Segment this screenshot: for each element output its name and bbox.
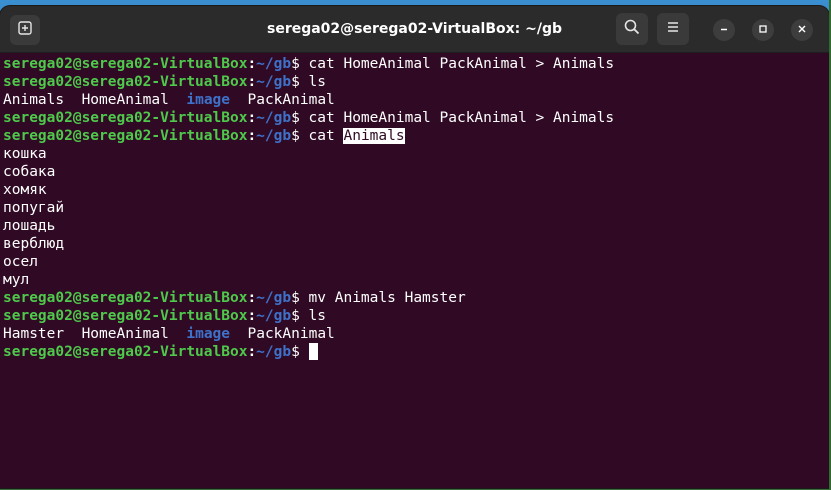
terminal-output[interactable]: serega02@serega02-VirtualBox:~/gb$ cat H… [3, 55, 829, 485]
ls-file: Hamster [3, 326, 65, 342]
prompt-user-host: serega02@serega02-VirtualBox [3, 56, 248, 72]
ls-file: Animals [3, 92, 65, 108]
prompt-path: ~/gb [256, 110, 292, 126]
prompt-user-host: serega02@serega02-VirtualBox [3, 74, 248, 90]
command-text: cat [299, 128, 344, 144]
ls-directory: image [186, 92, 231, 108]
terminal-line: Animals HomeAnimal image PackAnimal [3, 91, 829, 109]
command-text: mv Animals Hamster [299, 290, 466, 306]
prompt-dollar: $ [291, 308, 300, 324]
prompt-colon: : [247, 290, 257, 306]
menu-button[interactable] [657, 13, 689, 45]
close-button[interactable] [791, 19, 813, 41]
command-text: cat HomeAnimal PackAnimal > Animals [299, 110, 615, 126]
output-text: мул [3, 272, 30, 288]
output-text: хомяк [3, 182, 47, 198]
search-button[interactable] [616, 13, 648, 45]
terminal-line: верблюд [3, 235, 829, 253]
prompt-dollar: $ [291, 56, 300, 72]
prompt-path: ~/gb [256, 290, 292, 306]
prompt-user-host: serega02@serega02-VirtualBox [3, 308, 248, 324]
ls-file: PackAnimal [247, 92, 335, 108]
command-text: cat HomeAnimal PackAnimal > Animals [299, 56, 615, 72]
text-cursor [308, 343, 318, 360]
command-text: ls [299, 74, 327, 90]
ls-file: HomeAnimal [81, 326, 169, 342]
terminal-line: serega02@serega02-VirtualBox:~/gb$ [3, 343, 829, 361]
prompt-dollar: $ [291, 344, 300, 360]
ls-directory: image [186, 326, 231, 342]
prompt-path: ~/gb [256, 128, 292, 144]
terminal-line: попугай [3, 199, 829, 217]
prompt-dollar: $ [291, 74, 300, 90]
terminal-line: лошадь [3, 217, 829, 235]
output-text: собака [3, 164, 56, 180]
terminal-line: собака [3, 163, 829, 181]
prompt-path: ~/gb [256, 308, 292, 324]
output-text: кошка [3, 146, 47, 162]
ls-file: HomeAnimal [81, 92, 169, 108]
ls-file: PackAnimal [247, 326, 335, 342]
output-text: лошадь [3, 218, 56, 234]
output-text: осел [3, 254, 38, 270]
maximize-icon [758, 21, 768, 39]
terminal-window: serega02@serega02-VirtualBox: ~/gb sereg… [0, 6, 829, 488]
close-icon [797, 21, 807, 39]
prompt-user-host: serega02@serega02-VirtualBox [3, 110, 248, 126]
selected-text: Animals [343, 128, 405, 144]
prompt-user-host: serega02@serega02-VirtualBox [3, 290, 248, 306]
terminal-line: serega02@serega02-VirtualBox:~/gb$ cat A… [3, 127, 829, 145]
terminal-line: мул [3, 271, 829, 289]
prompt-path: ~/gb [256, 56, 292, 72]
terminal-line: serega02@serega02-VirtualBox:~/gb$ cat H… [3, 109, 829, 127]
prompt-user-host: serega02@serega02-VirtualBox [3, 128, 248, 144]
prompt-colon: : [247, 110, 257, 126]
terminal-line: serega02@serega02-VirtualBox:~/gb$ cat H… [3, 55, 829, 73]
hamburger-menu-icon [666, 20, 680, 38]
maximize-button[interactable] [752, 19, 774, 41]
title-bar[interactable]: serega02@serega02-VirtualBox: ~/gb [0, 6, 829, 53]
minimize-button[interactable] [713, 19, 735, 41]
terminal-line: serega02@serega02-VirtualBox:~/gb$ mv An… [3, 289, 829, 307]
prompt-path: ~/gb [256, 74, 292, 90]
window-title: serega02@serega02-VirtualBox: ~/gb [266, 21, 563, 37]
prompt-colon: : [247, 344, 257, 360]
terminal-line: осел [3, 253, 829, 271]
minimize-icon [719, 21, 729, 39]
prompt-dollar: $ [291, 128, 300, 144]
terminal-line: Hamster HomeAnimal image PackAnimal [3, 325, 829, 343]
prompt-colon: : [247, 128, 257, 144]
command-text: ls [299, 308, 327, 324]
prompt-colon: : [247, 74, 257, 90]
prompt-colon: : [247, 56, 257, 72]
command-text [300, 344, 309, 360]
terminal-line: хомяк [3, 181, 829, 199]
prompt-path: ~/gb [256, 344, 292, 360]
search-icon [624, 19, 640, 40]
terminal-line: serega02@serega02-VirtualBox:~/gb$ ls [3, 307, 829, 325]
prompt-dollar: $ [291, 110, 300, 126]
prompt-dollar: $ [291, 290, 300, 306]
output-text: верблюд [3, 236, 65, 252]
terminal-line: кошка [3, 145, 829, 163]
terminal-line: serega02@serega02-VirtualBox:~/gb$ ls [3, 73, 829, 91]
output-text: попугай [3, 200, 65, 216]
prompt-colon: : [247, 308, 257, 324]
prompt-user-host: serega02@serega02-VirtualBox [3, 344, 248, 360]
